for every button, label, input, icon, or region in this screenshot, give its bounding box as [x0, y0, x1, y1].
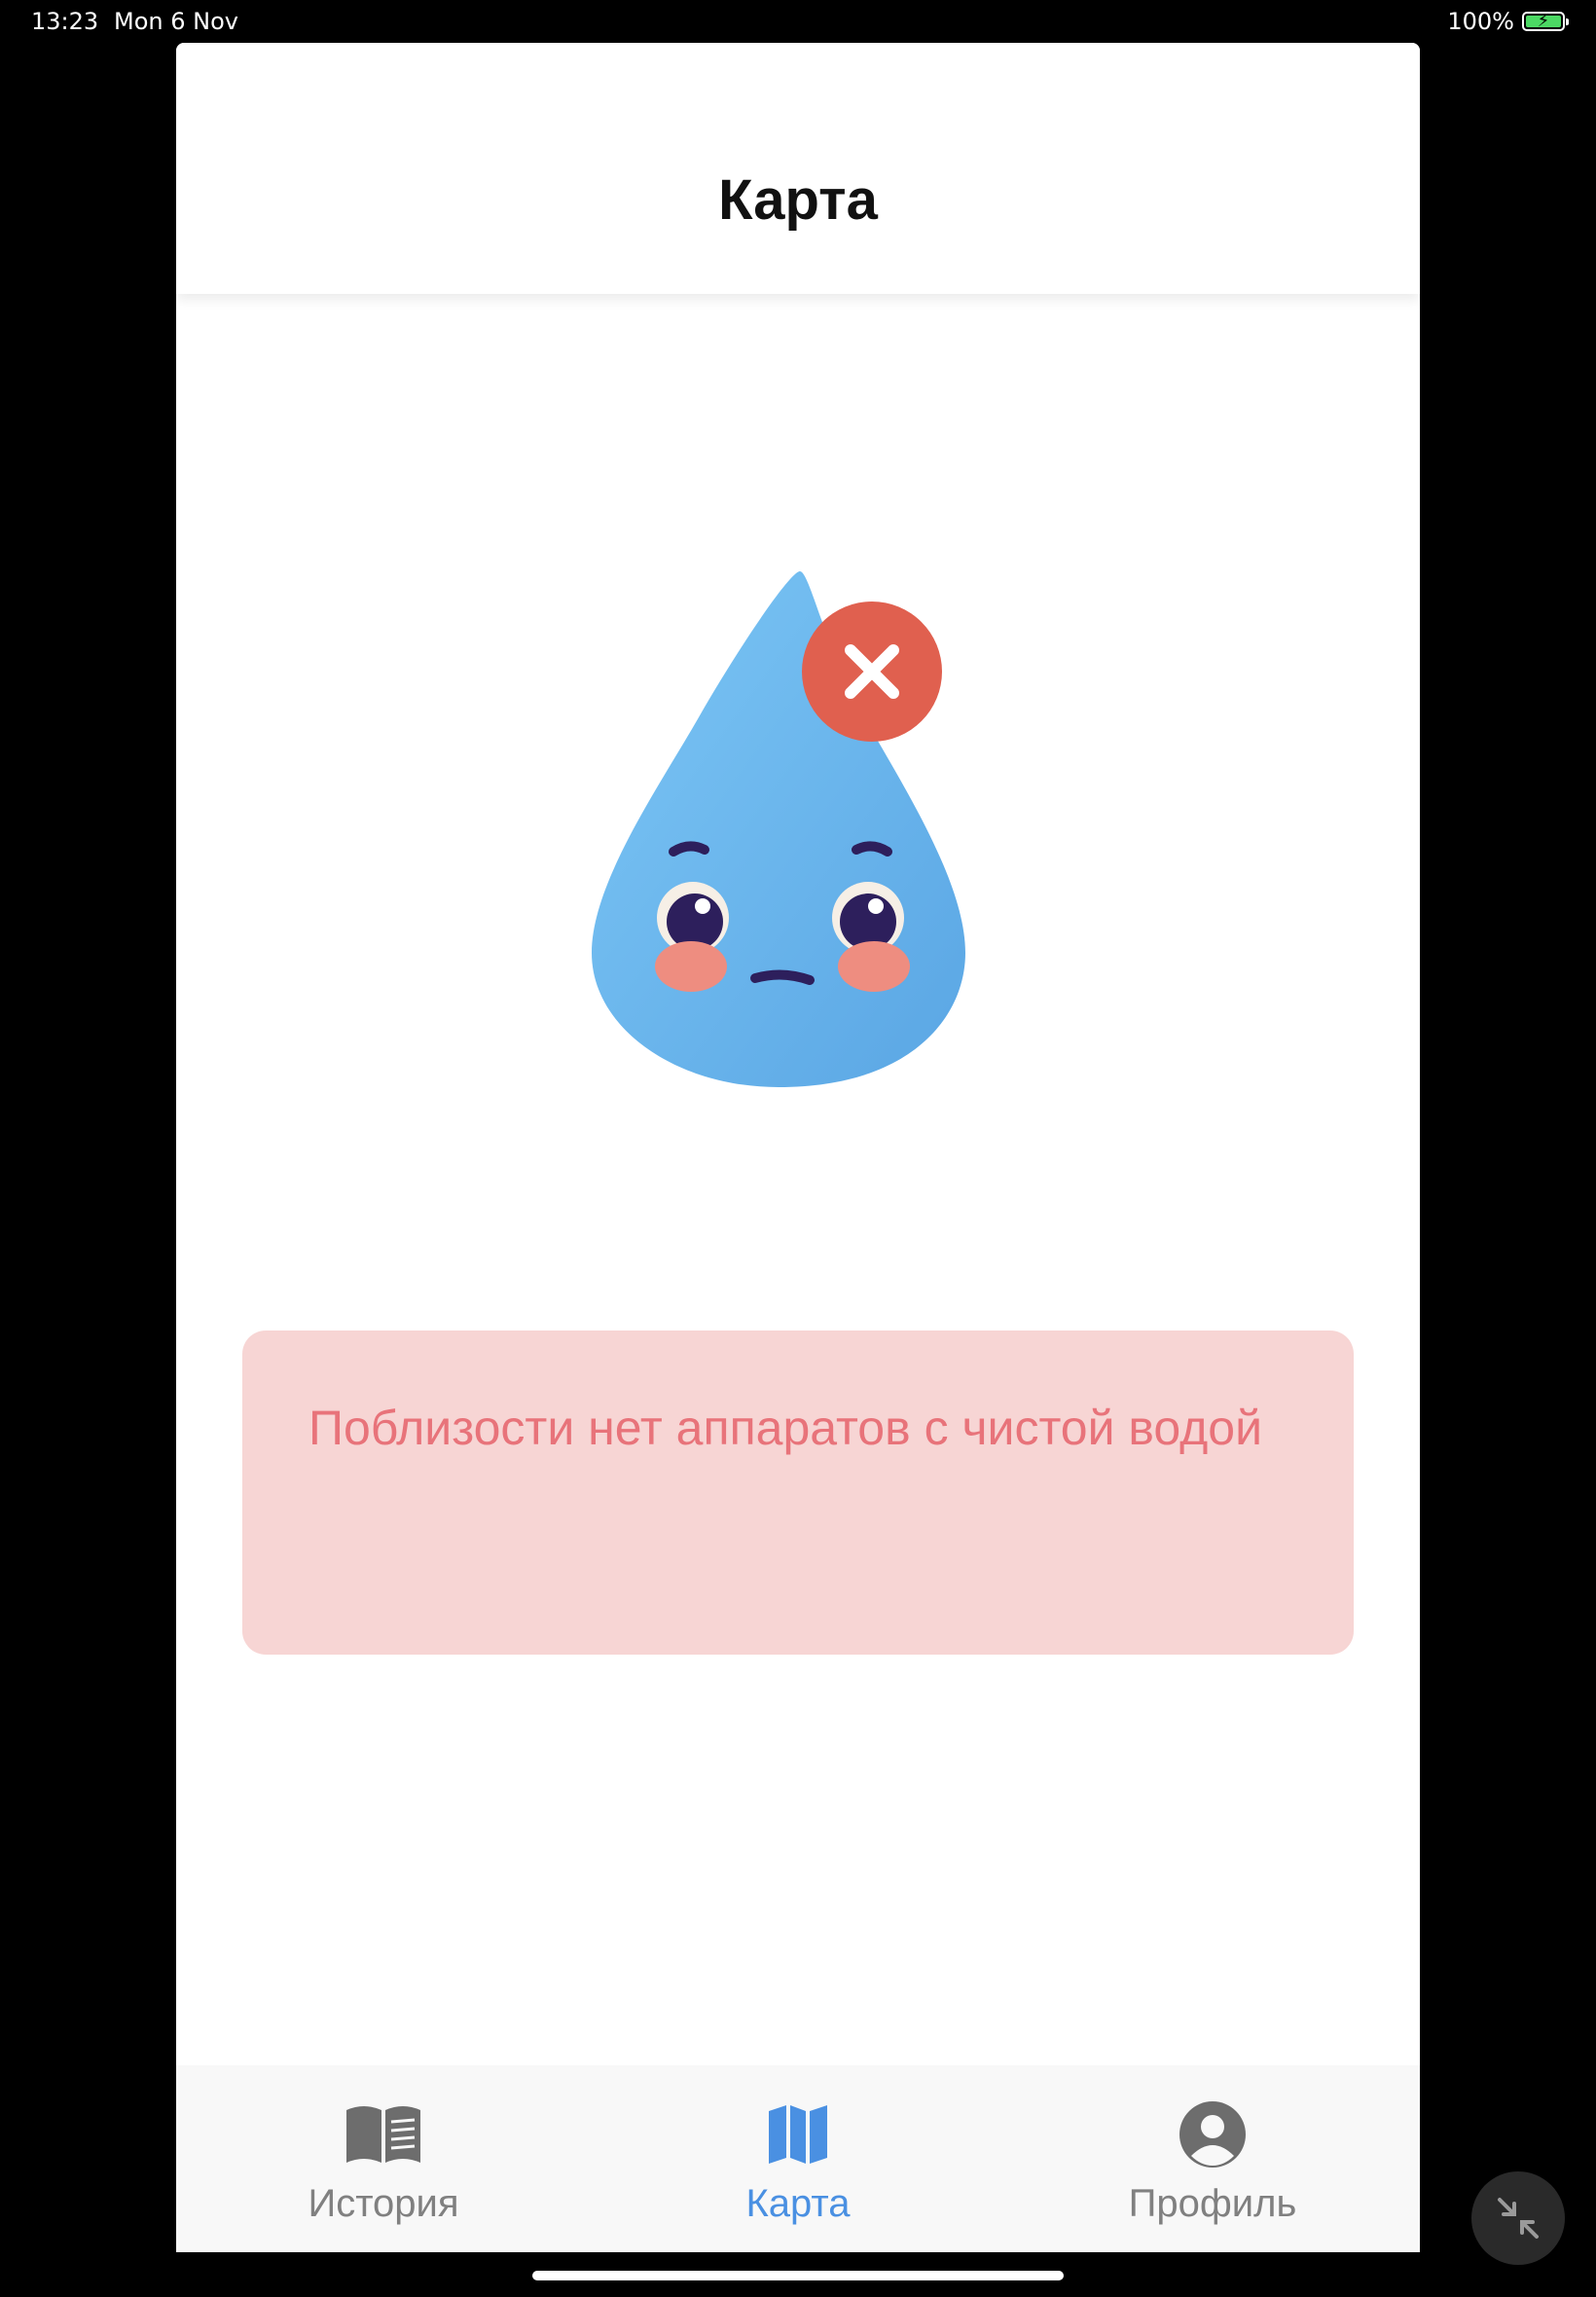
tab-profile-label: Профиль	[1128, 2182, 1297, 2225]
navigation-bar: Карта	[176, 43, 1420, 294]
collapse-button[interactable]	[1471, 2171, 1565, 2265]
right-eye-shine	[868, 898, 884, 914]
battery-percent: 100%	[1447, 8, 1514, 35]
left-eye-shine	[695, 898, 710, 914]
alert-message: Поблизости нет аппаратов с чистой водой	[308, 1401, 1263, 1455]
collapse-arrows-icon	[1498, 2198, 1539, 2239]
tab-map[interactable]: Карта	[591, 2065, 1005, 2252]
home-indicator[interactable]	[532, 2271, 1064, 2280]
tab-map-label: Карта	[745, 2182, 851, 2225]
status-bar: 13:23 Mon 6 Nov 100% ⚡	[0, 0, 1596, 43]
tab-profile[interactable]: Профиль	[1005, 2065, 1420, 2252]
right-cheek	[838, 941, 910, 992]
page-title: Карта	[718, 168, 878, 232]
app-window: Карта Поблизости нет аппаратов с чистой …	[176, 43, 1420, 2252]
left-eyebrow	[669, 841, 709, 857]
right-eyebrow	[852, 841, 892, 857]
tab-history[interactable]: История	[176, 2065, 591, 2252]
sad-water-drop-icon	[592, 571, 965, 1087]
right-eye-pupil	[840, 893, 896, 950]
charging-bolt-icon: ⚡	[1537, 11, 1550, 31]
book-icon	[346, 2106, 420, 2163]
tab-bar: История Карта Профиль	[176, 2065, 1420, 2252]
profile-icon	[1179, 2101, 1246, 2168]
battery-icon: ⚡	[1522, 11, 1569, 31]
left-cheek	[655, 941, 727, 992]
tab-history-label: История	[308, 2182, 459, 2225]
battery-indicator: 100% ⚡	[1447, 8, 1569, 35]
mouth	[750, 969, 815, 985]
map-icon	[769, 2105, 827, 2164]
status-date: Mon 6 Nov	[114, 8, 238, 35]
status-time: 13:23	[31, 8, 99, 35]
no-machines-alert: Поблизости нет аппаратов с чистой водой	[242, 1331, 1354, 1655]
